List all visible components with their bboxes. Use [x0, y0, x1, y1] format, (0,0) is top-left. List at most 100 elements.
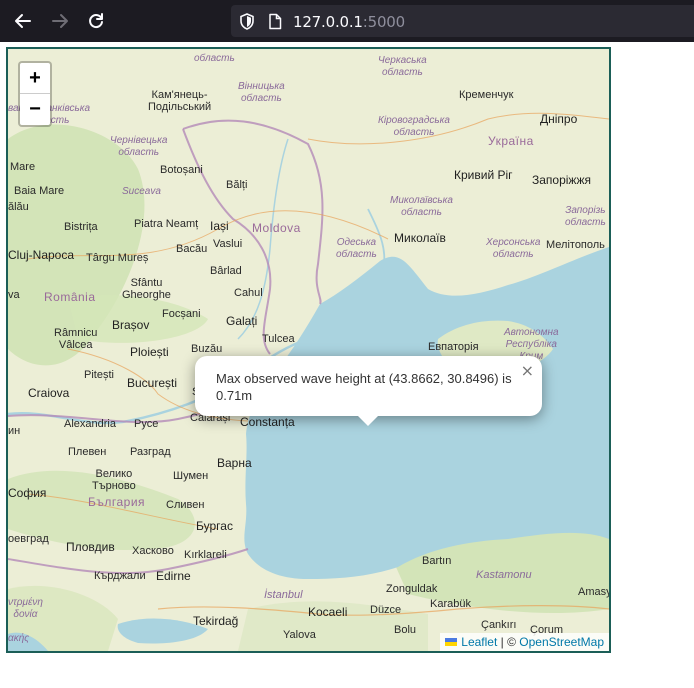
map-label: Tulcea — [262, 333, 295, 345]
map-label: Brașov — [112, 318, 150, 332]
zoom-out-button[interactable]: − — [20, 94, 50, 124]
map-label: България — [88, 495, 146, 509]
map-label: ντρμένη δονία — [8, 597, 43, 620]
map-label: Шумен — [173, 470, 209, 482]
map-label: Ploiești — [130, 345, 169, 359]
map-label: România — [44, 290, 96, 304]
map-label: Разград — [130, 446, 171, 458]
map-label: Запорізь область — [565, 205, 606, 228]
reload-button[interactable] — [83, 9, 109, 33]
map-label: Русе — [134, 418, 159, 430]
map-label: Alexandria — [64, 418, 116, 430]
map-label: Târgu Mureș — [86, 252, 149, 264]
map-label: Евпаторія — [428, 341, 479, 353]
map-label: Україна — [488, 134, 534, 148]
address-bar[interactable]: 127.0.0.1:5000 — [231, 5, 694, 37]
map-label: Черкаська область — [378, 55, 427, 78]
map-attribution: Leaflet | © OpenStreetMap — [440, 633, 609, 651]
map-label: Râmnicu Vâlcea — [54, 327, 98, 351]
forward-arrow-icon — [52, 14, 68, 28]
map-label: Botoșani — [160, 164, 203, 176]
back-button[interactable] — [10, 9, 36, 33]
map-label: Bacău — [176, 243, 208, 255]
map-label: Bolu — [394, 624, 417, 636]
map-label: Vaslui — [213, 238, 243, 250]
map-label: İstanbul — [264, 589, 303, 601]
map-label: București — [127, 376, 178, 390]
map-label: Bălți — [226, 179, 248, 191]
wave-height-popup: Max observed wave height at (43.8662, 30… — [195, 356, 542, 426]
map-label: Дніпро — [540, 112, 578, 126]
map-label: Кривий Ріг — [454, 168, 513, 182]
openstreetmap-link[interactable]: OpenStreetMap — [519, 633, 604, 651]
zoom-control: + − — [18, 61, 52, 127]
map-label: ακής — [8, 633, 30, 644]
map-label: Çankırı — [481, 619, 517, 631]
map-label: Сливен — [166, 499, 205, 511]
map-label: Kocaeli — [308, 605, 348, 619]
map-label: Piatra Neamț — [134, 218, 199, 230]
map-label: Yalova — [283, 629, 316, 641]
map-label: Baia Mare — [14, 185, 65, 197]
map-label: Запоріжжя — [532, 173, 591, 187]
ukraine-flag-icon — [445, 638, 458, 646]
map-label: Sfântu Gheorghe — [122, 277, 171, 301]
map-label: Одеська область — [336, 237, 377, 260]
browser-toolbar: 127.0.0.1:5000 — [0, 0, 694, 42]
map-label: Constanța — [240, 415, 295, 429]
map-label: Kastamonu — [476, 569, 532, 581]
map-label: va — [8, 289, 20, 301]
page-icon[interactable] — [268, 13, 282, 30]
map-label: Karabük — [430, 598, 471, 610]
map-label: Кърджали — [94, 570, 146, 582]
map-label: Iași — [210, 219, 229, 233]
map-label: Чернівецька область — [110, 135, 168, 158]
map-label: Zonguldak — [386, 583, 438, 595]
map-container[interactable]: область Черкаська область Кам'янець- Под… — [6, 47, 611, 653]
popup-close-button[interactable]: × — [521, 361, 534, 380]
map-label: область — [194, 53, 235, 64]
leaflet-link[interactable]: Leaflet — [461, 633, 497, 651]
map-label: Kırklareli — [184, 549, 227, 561]
shield-icon[interactable] — [239, 13, 255, 30]
map-label: София — [8, 486, 47, 500]
map-label: ălău — [8, 201, 29, 213]
map-label: Миколаївська область — [390, 195, 453, 218]
forward-button[interactable] — [47, 9, 73, 33]
reload-icon — [89, 13, 103, 29]
map-label: Варна — [217, 456, 252, 470]
map-label: Bartın — [422, 555, 452, 567]
map-label: Bistrița — [64, 221, 98, 233]
zoom-in-button[interactable]: + — [20, 63, 50, 94]
map-label: ин — [8, 425, 21, 437]
map-label: Tekirdağ — [193, 614, 239, 628]
map-label: Bârlad — [210, 265, 242, 277]
url-host: 127.0.0.1 — [293, 13, 363, 31]
map-label: Düzce — [370, 604, 402, 616]
map-label: Миколаїв — [394, 231, 446, 245]
map-label: Cluj-Napoca — [8, 248, 75, 262]
map-label: Херсонська область — [486, 237, 541, 260]
map-label: Пловдив — [66, 540, 115, 554]
map-label: Pitești — [84, 369, 114, 381]
map-label: Focșani — [162, 308, 201, 320]
map-label: оевград — [8, 533, 49, 545]
map-label: Кременчук — [459, 89, 514, 101]
map-label: Плевен — [68, 446, 107, 458]
map-label: Moldova — [252, 221, 301, 235]
map-label: Amasy — [578, 586, 611, 598]
map-label: Craiova — [28, 386, 70, 400]
popup-tip — [357, 415, 379, 426]
map-label: Хасково — [132, 545, 174, 557]
map-label: Кам'янець- Подільський — [148, 89, 212, 113]
map-label: Велико Търново — [92, 468, 136, 492]
url-port: :5000 — [362, 13, 405, 31]
map-label: Buzău — [191, 343, 223, 355]
map-label: Suceava — [122, 186, 161, 197]
map-label: Galați — [226, 314, 258, 328]
back-arrow-icon — [15, 14, 31, 28]
popup-text: Max observed wave height at (43.8662, 30… — [216, 371, 512, 403]
map-label: Edirne — [156, 569, 191, 583]
map-label: Мелітополь — [546, 239, 605, 251]
map-label: Вінницька область — [238, 81, 285, 104]
